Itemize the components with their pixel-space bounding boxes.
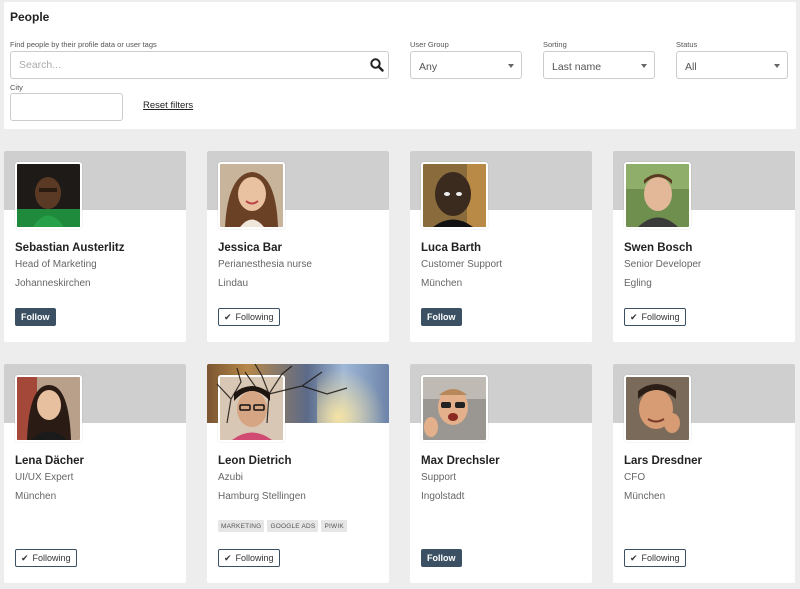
person-location: Ingolstadt — [421, 491, 465, 502]
following-button[interactable]: ✔ Following — [624, 308, 686, 326]
person-role: Perianesthesia nurse — [218, 259, 312, 270]
avatar[interactable] — [218, 162, 285, 229]
chevron-down-icon — [774, 64, 780, 68]
chevron-down-icon — [508, 64, 514, 68]
status-label: Status — [676, 40, 698, 49]
follow-button-label: Follow — [21, 312, 50, 322]
person-name[interactable]: Sebastian Austerlitz — [15, 242, 125, 254]
follow-button[interactable]: Follow — [421, 308, 462, 326]
person-role: Customer Support — [421, 259, 503, 270]
person-name[interactable]: Jessica Bar — [218, 242, 282, 254]
chevron-down-icon — [641, 64, 647, 68]
follow-button-label: Follow — [427, 553, 456, 563]
tag[interactable]: GOOGLE ADS — [267, 520, 319, 532]
person-location: Lindau — [218, 278, 249, 289]
person-role: Senior Developer — [624, 259, 702, 270]
user-group-value: Any — [419, 61, 438, 73]
avatar[interactable] — [624, 162, 691, 229]
search-label: Find people by their profile data or use… — [10, 40, 157, 49]
following-button-label: Following — [32, 553, 71, 563]
avatar[interactable] — [15, 162, 82, 229]
check-icon: ✔ — [21, 552, 29, 563]
check-icon: ✔ — [224, 311, 232, 322]
following-button-label: Following — [235, 553, 274, 563]
person-name[interactable]: Luca Barth — [421, 242, 481, 254]
status-select[interactable]: All — [676, 51, 788, 79]
person-card[interactable]: Swen Bosch Senior Developer Egling ✔ Foll… — [613, 151, 795, 342]
person-card[interactable]: Sebastian Austerlitz Head of Marketing J… — [4, 151, 186, 342]
status-value: All — [685, 61, 697, 73]
person-card[interactable]: Luca Barth Customer Support München Foll… — [410, 151, 592, 342]
person-card[interactable]: Max Drechsler Support Ingolstadt Follow — [410, 364, 592, 583]
person-role: CFO — [624, 472, 646, 483]
reset-filters-link[interactable]: Reset filters — [143, 100, 193, 111]
avatar[interactable] — [421, 375, 488, 442]
user-group-label: User Group — [410, 40, 449, 49]
person-name[interactable]: Swen Bosch — [624, 242, 692, 254]
avatar[interactable] — [15, 375, 82, 442]
person-role: Support — [421, 472, 457, 483]
following-button[interactable]: ✔ Following — [218, 549, 280, 567]
check-icon: ✔ — [630, 311, 638, 322]
person-name[interactable]: Lena Dächer — [15, 455, 84, 467]
person-card[interactable]: Lena Dächer UI/UX Expert München ✔ Follow… — [4, 364, 186, 583]
search-icon[interactable] — [369, 57, 385, 73]
person-name[interactable]: Lars Dresdner — [624, 455, 702, 467]
following-button[interactable]: ✔ Following — [218, 308, 280, 326]
search-input[interactable] — [10, 51, 389, 79]
following-button-label: Following — [641, 312, 680, 322]
avatar[interactable] — [624, 375, 691, 442]
city-label: City — [10, 83, 23, 92]
filter-panel: People Find people by their profile data… — [4, 2, 796, 129]
person-name[interactable]: Leon Dietrich — [218, 455, 291, 467]
person-location: Egling — [624, 278, 652, 289]
check-icon: ✔ — [224, 552, 232, 563]
follow-button[interactable]: Follow — [421, 549, 462, 567]
person-name[interactable]: Max Drechsler — [421, 455, 500, 467]
avatar[interactable] — [218, 375, 285, 442]
city-input[interactable] — [10, 93, 123, 121]
person-location: Hamburg Stellingen — [218, 491, 306, 502]
following-button[interactable]: ✔ Following — [624, 549, 686, 567]
tag[interactable]: PIWIK — [321, 520, 347, 532]
sorting-label: Sorting — [543, 40, 567, 49]
tag[interactable]: MARKETING — [218, 520, 265, 532]
following-button-label: Following — [641, 553, 680, 563]
page-title: People — [10, 10, 50, 24]
person-location: Johanneskirchen — [15, 278, 91, 289]
person-location: München — [421, 278, 463, 289]
follow-button[interactable]: Follow — [15, 308, 56, 326]
sorting-value: Last name — [552, 61, 602, 73]
check-icon: ✔ — [630, 552, 638, 563]
person-card[interactable]: Jessica Bar Perianesthesia nurse Lindau … — [207, 151, 389, 342]
following-button[interactable]: ✔ Following — [15, 549, 77, 567]
avatar[interactable] — [421, 162, 488, 229]
person-location: München — [15, 491, 57, 502]
tag-list: MARKETING GOOGLE ADS PIWIK — [218, 520, 347, 532]
person-location: München — [624, 491, 666, 502]
person-role: Head of Marketing — [15, 259, 97, 270]
follow-button-label: Follow — [427, 312, 456, 322]
person-role: UI/UX Expert — [15, 472, 74, 483]
person-role: Azubi — [218, 472, 244, 483]
user-group-select[interactable]: Any — [410, 51, 522, 79]
following-button-label: Following — [235, 312, 274, 322]
person-card[interactable]: Lars Dresdner CFO München ✔ Following — [613, 364, 795, 583]
person-card[interactable]: Leon Dietrich Azubi Hamburg Stellingen M… — [207, 364, 389, 583]
sorting-select[interactable]: Last name — [543, 51, 655, 79]
